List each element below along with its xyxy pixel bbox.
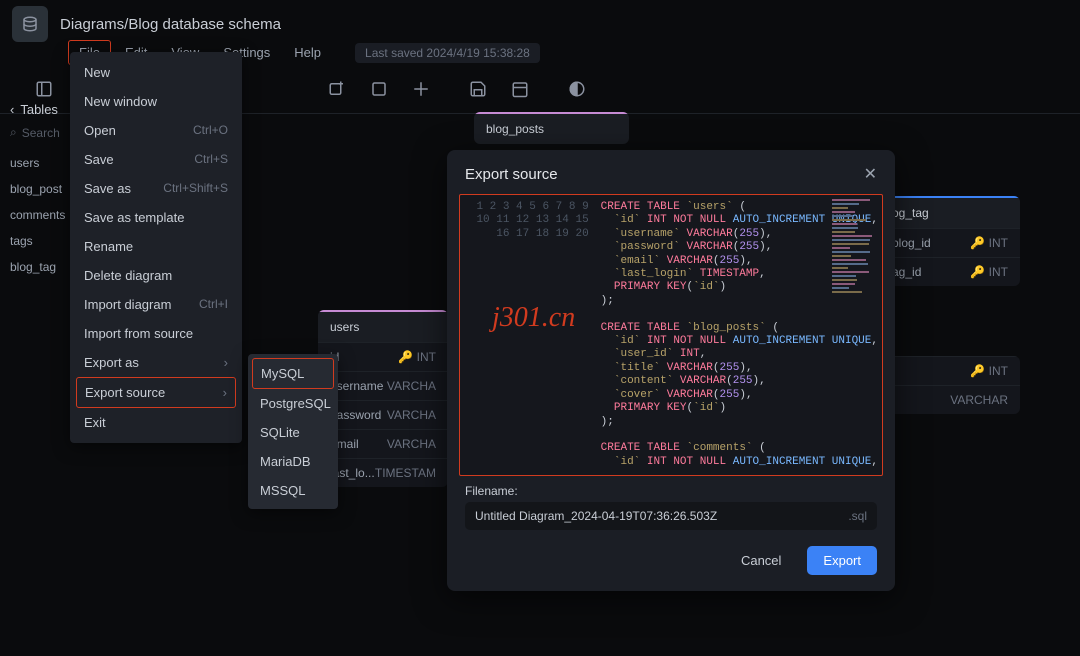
theme-icon[interactable] xyxy=(563,75,591,103)
export-button[interactable]: Export xyxy=(807,546,877,575)
note-icon[interactable] xyxy=(407,75,435,103)
sidebar-item-blog-tag[interactable]: blog_tag xyxy=(10,254,60,280)
file-menu-import-from-source[interactable]: Import from source xyxy=(70,319,242,348)
save-icon[interactable] xyxy=(464,75,492,103)
table-blog-posts[interactable]: blog_posts xyxy=(474,112,629,144)
search-input[interactable]: ⌕ Search xyxy=(10,125,60,140)
file-menu-new-window[interactable]: New window xyxy=(70,87,242,116)
file-menu-import-diagram[interactable]: Import diagramCtrl+I xyxy=(70,290,242,319)
submenu-mysql[interactable]: MySQL xyxy=(252,358,334,389)
filename-input[interactable]: Untitled Diagram_2024-04-19T07:36:26.503… xyxy=(465,502,877,530)
table-tags[interactable]: 🔑 INT VARCHAR xyxy=(880,356,1020,414)
submenu-sqlite[interactable]: SQLite xyxy=(248,418,338,447)
export-source-modal: Export source ✕ 1 2 3 4 5 6 7 8 9 10 11 … xyxy=(447,150,895,591)
app-logo xyxy=(12,6,48,42)
sql-editor[interactable]: 1 2 3 4 5 6 7 8 9 10 11 12 13 14 15 16 1… xyxy=(459,194,883,476)
filename-label: Filename: xyxy=(465,484,877,498)
shape-icon[interactable] xyxy=(365,75,393,103)
file-menu-export-as[interactable]: Export as› xyxy=(70,348,242,377)
add-table-icon[interactable] xyxy=(323,75,351,103)
last-saved: Last saved 2024/4/19 15:38:28 xyxy=(355,43,540,63)
sidebar-item-comments[interactable]: comments xyxy=(10,202,60,228)
key-icon: 🔑 xyxy=(970,265,985,279)
sidebar-item-tags[interactable]: tags xyxy=(10,228,60,254)
watermark: j301.cn xyxy=(492,302,575,334)
key-icon: 🔑 xyxy=(970,364,985,378)
file-menu-export-source[interactable]: Export source› xyxy=(76,377,236,408)
file-menu-delete-diagram[interactable]: Delete diagram xyxy=(70,261,242,290)
export-source-submenu: MySQLPostgreSQLSQLiteMariaDBMSSQL xyxy=(248,354,338,509)
submenu-mariadb[interactable]: MariaDB xyxy=(248,447,338,476)
key-icon: 🔑 xyxy=(970,236,985,250)
minimap xyxy=(832,199,878,299)
submenu-mssql[interactable]: MSSQL xyxy=(248,476,338,505)
table-blog-tag[interactable]: og_tag blog_id🔑 INT ag_id🔑 INT xyxy=(880,196,1020,286)
sidebar-tables-header: Tables xyxy=(20,102,58,117)
close-icon[interactable]: ✕ xyxy=(864,164,877,184)
file-menu-exit[interactable]: Exit xyxy=(70,408,242,437)
file-menu-save-as-template[interactable]: Save as template xyxy=(70,203,242,232)
calendar-icon[interactable] xyxy=(506,75,534,103)
breadcrumb: Diagrams/Blog database schema xyxy=(60,16,281,33)
sidebar-item-users[interactable]: users xyxy=(10,150,60,176)
file-menu-open[interactable]: OpenCtrl+O xyxy=(70,116,242,145)
file-menu-save-as[interactable]: Save asCtrl+Shift+S xyxy=(70,174,242,203)
file-menu-save[interactable]: SaveCtrl+S xyxy=(70,145,242,174)
sidebar-item-blog-posts[interactable]: blog_post xyxy=(10,176,60,202)
file-menu-rename[interactable]: Rename xyxy=(70,232,242,261)
menu-help[interactable]: Help xyxy=(284,41,331,64)
chevron-left-icon[interactable]: ‹ xyxy=(10,102,14,117)
file-menu-new[interactable]: New xyxy=(70,58,242,87)
cancel-button[interactable]: Cancel xyxy=(725,546,797,575)
file-dropdown: NewNew windowOpenCtrl+OSaveCtrl+SSave as… xyxy=(70,52,242,443)
modal-title: Export source xyxy=(465,166,558,183)
submenu-postgresql[interactable]: PostgreSQL xyxy=(248,389,338,418)
